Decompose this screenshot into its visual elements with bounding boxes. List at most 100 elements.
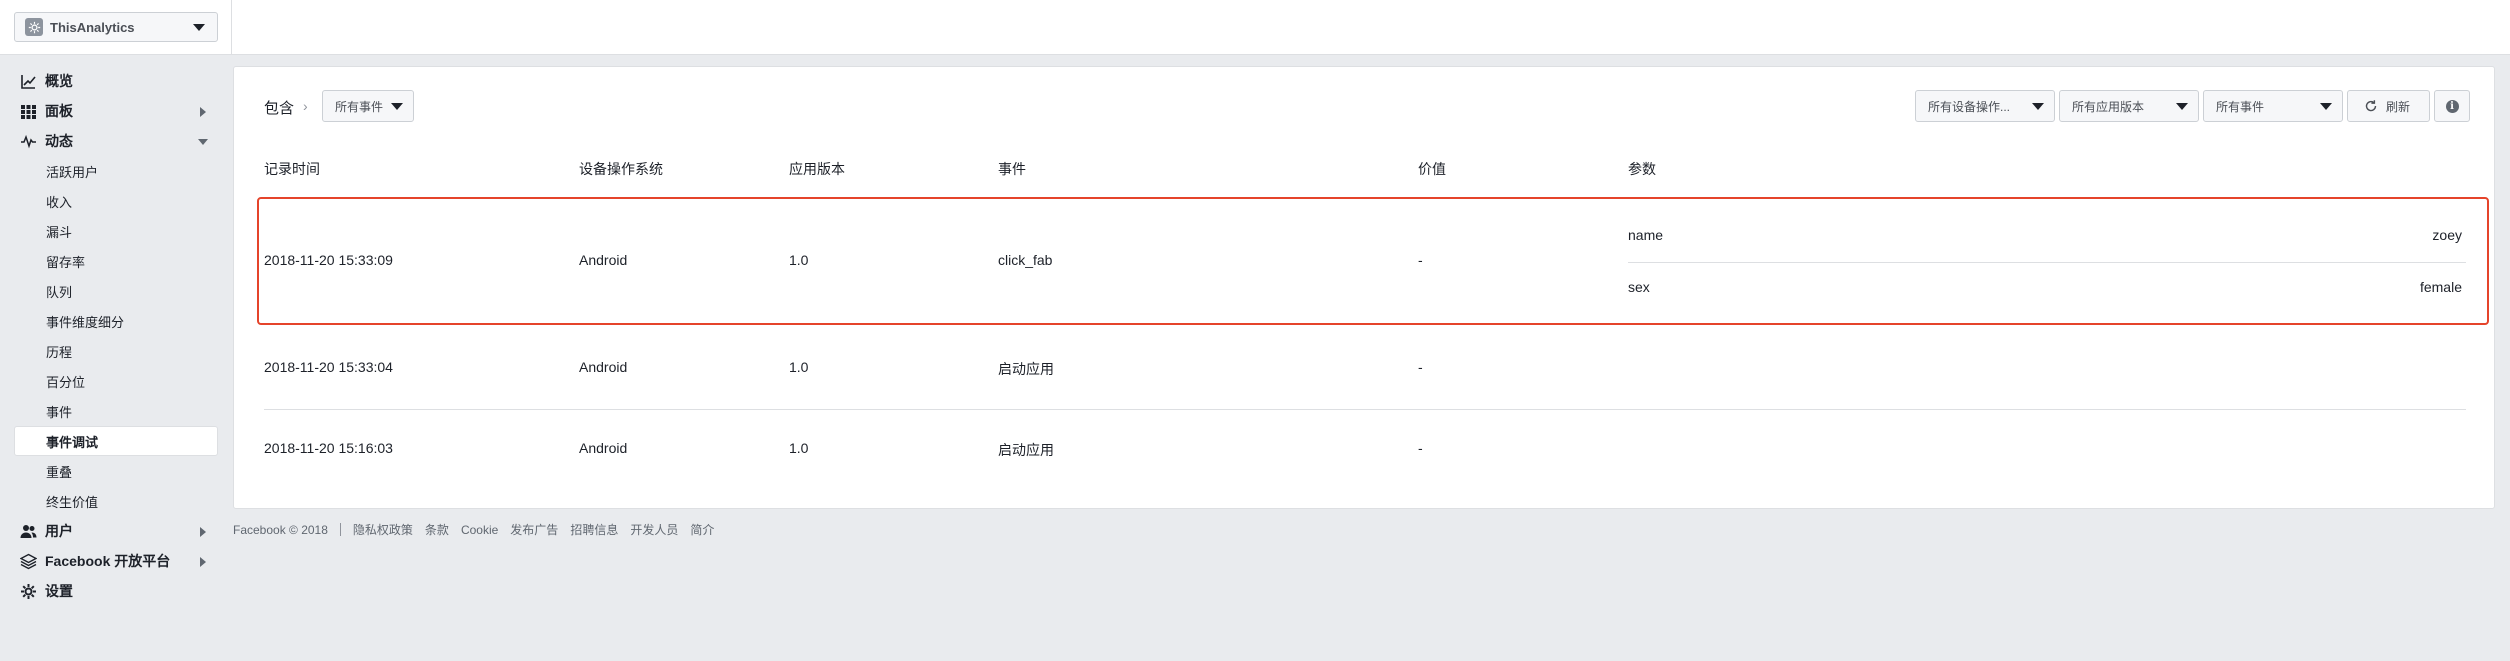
refresh-icon — [2365, 100, 2377, 112]
footer-link-about[interactable]: 简介 — [690, 521, 714, 538]
dropdown-value: 所有事件 — [2216, 99, 2265, 114]
gear-icon — [20, 583, 37, 600]
sidebar-subitem-retention[interactable]: 留存率 — [0, 246, 230, 276]
sidebar-subitem-event-debugging[interactable]: 事件调试 — [14, 426, 218, 456]
sidebar-item-facebook-platform[interactable]: Facebook 开放平台 — [0, 546, 230, 576]
app-name: ThisAnalytics — [50, 19, 135, 35]
chevron-right-icon: › — [303, 98, 308, 114]
cell-version: 1.0 — [789, 359, 809, 375]
cell-version: 1.0 — [789, 440, 809, 456]
chevron-down-icon — [193, 24, 205, 31]
cell-os: Android — [579, 440, 628, 456]
sidebar-subitem-label: 漏斗 — [46, 224, 73, 240]
sidebar-subitem-label: 事件维度细分 — [46, 314, 125, 330]
cell-version: 1.0 — [789, 252, 809, 268]
sidebar-item-label: 用户 — [45, 523, 73, 539]
sidebar-item-label: 设置 — [45, 583, 73, 599]
info-icon: i — [2445, 99, 2459, 113]
os-filter-dropdown[interactable]: 所有设备操作... — [1915, 90, 2055, 122]
chevron-down-icon — [2176, 103, 2188, 110]
sidebar-item-settings[interactable]: 设置 — [0, 576, 230, 606]
sidebar-subitem-breakdowns[interactable]: 事件维度细分 — [0, 306, 230, 336]
footer-link-cookie[interactable]: Cookie — [461, 523, 498, 537]
event-debug-panel: 包含 › 所有事件 所有设备操作... 所有应用版本 所有事件 刷新 i 记录时… — [233, 66, 2495, 509]
sidebar: 概览 面板 动态 活跃用户 收入 漏斗 留存率 队列 事件维度细分 历程 百分位… — [0, 66, 230, 606]
sidebar-subitem-label: 百分位 — [46, 374, 86, 390]
cell-os: Android — [579, 359, 628, 375]
param-key: name — [1628, 227, 1664, 243]
param-value: female — [2419, 279, 2462, 295]
column-header-time: 记录时间 — [264, 161, 320, 177]
sidebar-item-dashboards[interactable]: 面板 — [0, 96, 230, 126]
sidebar-item-activity[interactable]: 动态 — [0, 126, 230, 156]
sidebar-subitem-journeys[interactable]: 历程 — [0, 336, 230, 366]
column-header-params: 参数 — [1628, 161, 1656, 177]
app-selector[interactable]: ThisAnalytics — [14, 12, 218, 42]
divider — [339, 523, 341, 536]
cell-value: - — [1418, 252, 1423, 268]
sidebar-subitem-funnels[interactable]: 漏斗 — [0, 216, 230, 246]
cell-os: Android — [579, 252, 628, 268]
activity-icon — [20, 133, 37, 150]
dropdown-value: 所有设备操作... — [1928, 99, 2011, 114]
sidebar-subitem-lifetime-value[interactable]: 终生价值 — [0, 486, 230, 516]
dropdown-value: 所有应用版本 — [2072, 99, 2145, 114]
cell-event: 启动应用 — [998, 442, 1054, 458]
sidebar-subitem-label: 事件 — [46, 404, 73, 420]
sidebar-subitem-overlap[interactable]: 重叠 — [0, 456, 230, 486]
chevron-right-icon — [200, 107, 206, 117]
sidebar-subitem-revenue[interactable]: 收入 — [0, 186, 230, 216]
cell-time: 2018-11-20 15:33:09 — [264, 252, 393, 268]
sidebar-subitem-percentiles[interactable]: 百分位 — [0, 366, 230, 396]
cell-time: 2018-11-20 15:16:03 — [264, 440, 393, 456]
sidebar-item-label: Facebook 开放平台 — [45, 553, 171, 569]
info-button[interactable]: i — [2434, 90, 2470, 122]
cell-event: 启动应用 — [998, 361, 1054, 377]
column-header-version: 应用版本 — [789, 161, 845, 177]
cell-event: click_fab — [998, 252, 1053, 268]
sidebar-subitem-label: 终生价值 — [46, 494, 99, 510]
grid-icon — [20, 103, 37, 120]
footer-link-advertise[interactable]: 发布广告 — [510, 521, 558, 538]
row-divider — [264, 409, 2466, 410]
top-bar: ThisAnalytics — [0, 0, 2510, 55]
sidebar-subitem-events[interactable]: 事件 — [0, 396, 230, 426]
column-header-os: 设备操作系统 — [579, 161, 663, 177]
dropdown-value: 所有事件 — [335, 99, 384, 114]
chevron-down-icon — [2320, 103, 2332, 110]
app-version-dropdown[interactable]: 所有应用版本 — [2059, 90, 2199, 122]
sidebar-subitem-active-users[interactable]: 活跃用户 — [0, 156, 230, 186]
sidebar-subitem-label: 收入 — [46, 194, 73, 210]
footer-link-careers[interactable]: 招聘信息 — [570, 521, 618, 538]
copyright: Facebook © 2018 — [233, 522, 328, 537]
param-value: zoey — [2432, 227, 2462, 243]
event-filter-dropdown[interactable]: 所有事件 — [322, 90, 414, 122]
sidebar-subitem-label: 活跃用户 — [46, 164, 99, 180]
chart-icon — [20, 73, 37, 90]
column-header-value: 价值 — [1418, 161, 1446, 177]
footer-link-terms[interactable]: 条款 — [425, 521, 449, 538]
sidebar-item-overview[interactable]: 概览 — [0, 66, 230, 96]
chevron-down-icon — [391, 103, 403, 110]
sidebar-subitem-cohorts[interactable]: 队列 — [0, 276, 230, 306]
chevron-right-icon — [200, 557, 206, 567]
gear-logo-icon — [25, 18, 43, 36]
param-key: sex — [1628, 279, 1650, 295]
chevron-down-icon — [2032, 103, 2044, 110]
refresh-button[interactable]: 刷新 — [2347, 90, 2430, 122]
sidebar-subitem-label: 历程 — [46, 344, 73, 360]
divider — [231, 0, 232, 54]
sidebar-subitem-label: 事件调试 — [46, 434, 99, 450]
cell-value: - — [1418, 440, 1423, 456]
footer-link-developers[interactable]: 开发人员 — [630, 521, 678, 538]
column-header-event: 事件 — [998, 161, 1026, 177]
sidebar-item-users[interactable]: 用户 — [0, 516, 230, 546]
layers-icon — [20, 553, 37, 570]
sidebar-subitem-label: 留存率 — [46, 254, 86, 270]
chevron-down-icon — [198, 139, 208, 145]
footer-link-privacy[interactable]: 隐私权政策 — [353, 521, 413, 538]
sidebar-item-label: 概览 — [45, 73, 73, 89]
sidebar-item-label: 动态 — [45, 133, 73, 149]
event-filter-dropdown-right[interactable]: 所有事件 — [2203, 90, 2343, 122]
users-icon — [20, 523, 37, 540]
